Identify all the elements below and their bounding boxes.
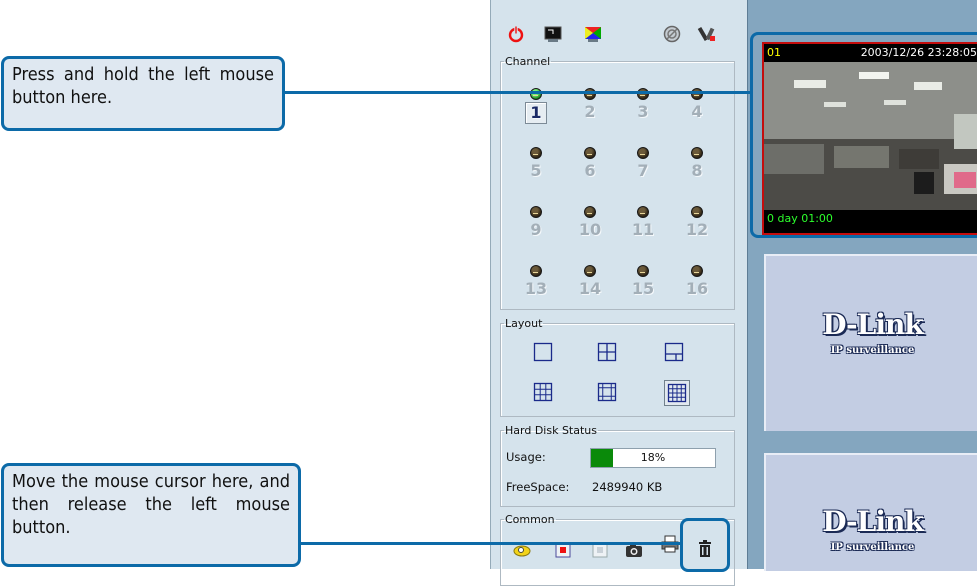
channel-status-icon — [584, 206, 596, 218]
channel-6-button[interactable]: 6 — [578, 147, 602, 183]
channel-status-icon — [637, 265, 649, 277]
free-space-label: FreeSpace: — [506, 480, 570, 494]
channel-status-icon — [530, 265, 542, 277]
channel-status-icon — [530, 206, 542, 218]
channel-number: 13 — [524, 279, 548, 298]
channel-12-button[interactable]: 12 — [685, 206, 709, 242]
channel-legend: Channel — [505, 55, 551, 68]
layout-4x4-button[interactable] — [664, 380, 690, 406]
channel-5-button[interactable]: 5 — [524, 147, 548, 183]
channel-number: 12 — [685, 220, 709, 239]
channel-8-button[interactable]: 8 — [685, 147, 709, 183]
common-legend: Common — [505, 513, 555, 526]
layout-2x2-button[interactable] — [597, 342, 617, 362]
channel-number: 2 — [584, 102, 596, 121]
channel-number: 3 — [637, 102, 649, 121]
hard-disk-legend: Hard Disk Status — [505, 424, 597, 437]
channel-number: 14 — [578, 279, 602, 298]
color-icon[interactable] — [583, 24, 603, 44]
layout-1plus3-button[interactable] — [664, 342, 684, 362]
layout-group: Layout — [500, 318, 735, 417]
channel-status-icon — [530, 88, 542, 100]
usage-label: Usage: — [506, 450, 546, 464]
channel-status-icon — [584, 147, 596, 159]
channel-status-icon — [637, 147, 649, 159]
channel-number: 5 — [530, 161, 542, 180]
fullscreen-icon[interactable] — [543, 24, 563, 44]
channel-14-button[interactable]: 14 — [578, 265, 602, 301]
channel-status-icon — [584, 88, 596, 100]
channel-status-icon — [637, 206, 649, 218]
channel-status-icon — [691, 206, 703, 218]
press-hold-callout: Press and hold the left mouse button her… — [1, 56, 285, 131]
press-target-highlight — [750, 32, 977, 238]
channel-15-button[interactable]: 15 — [631, 265, 655, 301]
free-space-value: 2489940 KB — [592, 480, 663, 494]
camera-view-3[interactable]: D-Link IP surveillance — [764, 453, 977, 571]
channel-16-button[interactable]: 16 — [685, 265, 709, 301]
channel-number: 10 — [578, 220, 602, 239]
channel-number: 6 — [584, 161, 596, 180]
release-callout: Move the mouse cursor here, and then rel… — [1, 463, 301, 567]
channel-number: 7 — [637, 161, 649, 180]
channel-status-icon — [691, 147, 703, 159]
layout-3x3-button[interactable] — [533, 382, 553, 402]
channel-status-icon — [691, 88, 703, 100]
dlink-logo: D-Link — [822, 308, 924, 341]
usage-bar: 18% — [590, 448, 716, 468]
channel-status-icon — [637, 88, 649, 100]
channel-number: 1 — [525, 102, 547, 124]
channel-status-icon — [530, 147, 542, 159]
channel-13-button[interactable]: 13 — [524, 265, 548, 301]
layout-legend: Layout — [505, 317, 543, 330]
usage-value: 18% — [640, 451, 666, 464]
channel-number: 15 — [631, 279, 655, 298]
channel-number: 9 — [530, 220, 542, 239]
dlink-tagline-2: IP surveillance — [830, 542, 915, 553]
dlink-tagline: IP surveillance — [830, 345, 915, 356]
channel-status-icon — [691, 265, 703, 277]
release-target-highlight — [680, 518, 730, 572]
channel-status-icon — [584, 265, 596, 277]
release-callout-line — [301, 542, 682, 545]
record-icon[interactable] — [662, 24, 682, 44]
power-icon[interactable] — [506, 24, 526, 44]
press-callout-line — [285, 91, 752, 94]
channel-number: 11 — [631, 220, 655, 239]
channel-10-button[interactable]: 10 — [578, 206, 602, 242]
channel-11-button[interactable]: 11 — [631, 206, 655, 242]
channel-number: 16 — [685, 279, 709, 298]
channel-number: 8 — [691, 161, 703, 180]
channel-number: 4 — [691, 102, 703, 121]
channel-7-button[interactable]: 7 — [631, 147, 655, 183]
camera-view-2[interactable]: D-Link IP surveillance — [764, 254, 977, 431]
layout-1x1-button[interactable] — [533, 342, 553, 362]
layout-1plus12-button[interactable] — [597, 382, 617, 402]
channel-9-button[interactable]: 9 — [524, 206, 548, 242]
dlink-logo-2: D-Link — [822, 505, 924, 538]
settings-icon[interactable] — [697, 24, 717, 44]
snapshot-search-icon[interactable] — [513, 538, 533, 558]
